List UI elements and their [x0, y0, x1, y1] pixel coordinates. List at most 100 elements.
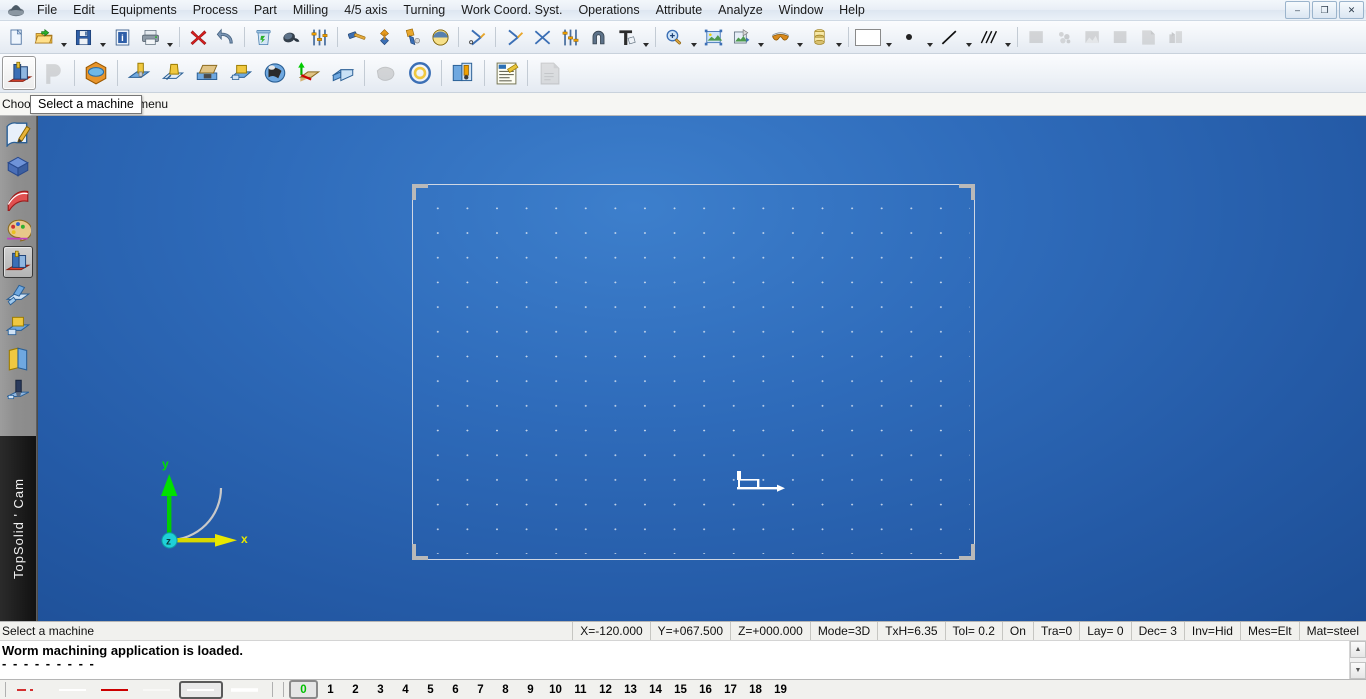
- select-machine-icon[interactable]: [2, 56, 36, 90]
- milling-tool-icon[interactable]: [156, 56, 190, 90]
- work-coordinate-icon[interactable]: [292, 56, 326, 90]
- console-scrollbar[interactable]: ▲ ▼: [1349, 641, 1366, 679]
- layer-button-4[interactable]: 4: [393, 682, 418, 697]
- layer-button-12[interactable]: 12: [593, 682, 618, 697]
- sphere-tool-icon[interactable]: [426, 23, 454, 51]
- zoom-icon[interactable]: [660, 23, 688, 51]
- shading-icon[interactable]: [805, 23, 833, 51]
- line-style-dashdot[interactable]: [11, 683, 51, 697]
- open-folder-icon[interactable]: [30, 23, 58, 51]
- tool-holder-icon[interactable]: [122, 56, 156, 90]
- layer-button-13[interactable]: 13: [618, 682, 643, 697]
- menu-equipments[interactable]: Equipments: [103, 1, 185, 19]
- shading-dropdown-caret[interactable]: [833, 21, 844, 54]
- menu-file[interactable]: File: [29, 1, 65, 19]
- menu-attribute[interactable]: Attribute: [648, 1, 711, 19]
- layer-button-10[interactable]: 10: [543, 682, 568, 697]
- clamp-part-icon[interactable]: [224, 56, 258, 90]
- recycle-bin-icon[interactable]: [249, 23, 277, 51]
- line-style-solid-red[interactable]: [95, 683, 135, 697]
- layer-button-9[interactable]: 9: [518, 682, 543, 697]
- print-icon[interactable]: [136, 23, 164, 51]
- layer-button-17[interactable]: 17: [718, 682, 743, 697]
- sidebar-item-simulation[interactable]: [3, 374, 33, 406]
- open-dropdown-caret[interactable]: [58, 21, 69, 54]
- menu-edit[interactable]: Edit: [65, 1, 103, 19]
- layer-button-7[interactable]: 7: [468, 682, 493, 697]
- layer-button-19[interactable]: 19: [768, 682, 793, 697]
- layer-button-15[interactable]: 15: [668, 682, 693, 697]
- vise-icon[interactable]: [190, 56, 224, 90]
- point-style-dropdown-caret[interactable]: [924, 21, 935, 54]
- color-swatch[interactable]: [853, 23, 883, 51]
- scroll-down-button[interactable]: ▼: [1350, 662, 1366, 679]
- sidebar-item-shape[interactable]: [3, 150, 33, 182]
- line-style-selected[interactable]: [179, 680, 223, 699]
- new-document-icon[interactable]: [2, 23, 30, 51]
- line-style-thick-white[interactable]: [225, 683, 265, 697]
- layer-button-5[interactable]: 5: [418, 682, 443, 697]
- save-dropdown-caret[interactable]: [97, 21, 108, 54]
- hammer-icon[interactable]: [342, 23, 370, 51]
- menu-window[interactable]: Window: [771, 1, 831, 19]
- hatch-style-dropdown-caret[interactable]: [1002, 21, 1013, 54]
- layer-button-2[interactable]: 2: [343, 682, 368, 697]
- zoom-dropdown-caret[interactable]: [688, 21, 699, 54]
- delete-icon[interactable]: [184, 23, 212, 51]
- glasses-dropdown-caret[interactable]: [794, 21, 805, 54]
- menu-4-5-axis[interactable]: 4/5 axis: [336, 1, 395, 19]
- sketch-plane[interactable]: [412, 184, 975, 560]
- menu-operations[interactable]: Operations: [570, 1, 647, 19]
- text-tool-icon[interactable]: [612, 23, 640, 51]
- layer-button-6[interactable]: 6: [443, 682, 468, 697]
- snap-element-icon[interactable]: [500, 23, 528, 51]
- layer-button-0[interactable]: 0: [289, 680, 318, 699]
- menu-help[interactable]: Help: [831, 1, 873, 19]
- restore-button[interactable]: ❐: [1312, 1, 1337, 19]
- sidebar-item-operations[interactable]: [3, 278, 33, 310]
- polish-tool-icon[interactable]: [277, 23, 305, 51]
- parameters-sliders-icon[interactable]: [305, 23, 333, 51]
- point-style-icon[interactable]: [894, 23, 924, 51]
- save-icon[interactable]: [69, 23, 97, 51]
- menu-analyze[interactable]: Analyze: [710, 1, 770, 19]
- stock-icon[interactable]: [79, 56, 113, 90]
- hatch-style-icon[interactable]: [974, 23, 1002, 51]
- part-block-icon[interactable]: [326, 56, 360, 90]
- line-style-icon[interactable]: [935, 23, 963, 51]
- circular-pocket-icon[interactable]: [403, 56, 437, 90]
- layer-button-3[interactable]: 3: [368, 682, 393, 697]
- layer-button-14[interactable]: 14: [643, 682, 668, 697]
- snap-point-icon[interactable]: [463, 23, 491, 51]
- close-button[interactable]: ✕: [1339, 1, 1364, 19]
- color-dropdown-caret[interactable]: [883, 21, 894, 54]
- graphics-viewport[interactable]: z y x: [37, 116, 1366, 621]
- layer-button-18[interactable]: 18: [743, 682, 768, 697]
- sidebar-item-machine[interactable]: [3, 246, 33, 278]
- layer-button-1[interactable]: 1: [318, 682, 343, 697]
- magnet-icon[interactable]: [584, 23, 612, 51]
- undo-icon[interactable]: [212, 23, 240, 51]
- drill-tool-icon[interactable]: [398, 23, 426, 51]
- line-style-thin-white[interactable]: [137, 683, 177, 697]
- view-layout-icon[interactable]: [727, 23, 755, 51]
- view-layout-dropdown-caret[interactable]: [755, 21, 766, 54]
- nc-program-icon[interactable]: [489, 56, 523, 90]
- glasses-view-icon[interactable]: [766, 23, 794, 51]
- menu-turning[interactable]: Turning: [395, 1, 453, 19]
- layer-button-11[interactable]: 11: [568, 682, 593, 697]
- settings-sliders-icon[interactable]: [556, 23, 584, 51]
- menu-work-coord-syst[interactable]: Work Coord. Syst.: [453, 1, 570, 19]
- print-dropdown-caret[interactable]: [164, 21, 175, 54]
- snap-intersection-icon[interactable]: [528, 23, 556, 51]
- layer-button-8[interactable]: 8: [493, 682, 518, 697]
- menu-milling[interactable]: Milling: [285, 1, 336, 19]
- layer-button-16[interactable]: 16: [693, 682, 718, 697]
- sidebar-item-tooling[interactable]: [3, 310, 33, 342]
- sidebar-item-documents[interactable]: [3, 342, 33, 374]
- minimize-button[interactable]: –: [1285, 1, 1310, 19]
- tool-magazine-icon[interactable]: [258, 56, 292, 90]
- line-style-solid-white[interactable]: [53, 683, 93, 697]
- menu-process[interactable]: Process: [185, 1, 246, 19]
- line-style-dropdown-caret[interactable]: [963, 21, 974, 54]
